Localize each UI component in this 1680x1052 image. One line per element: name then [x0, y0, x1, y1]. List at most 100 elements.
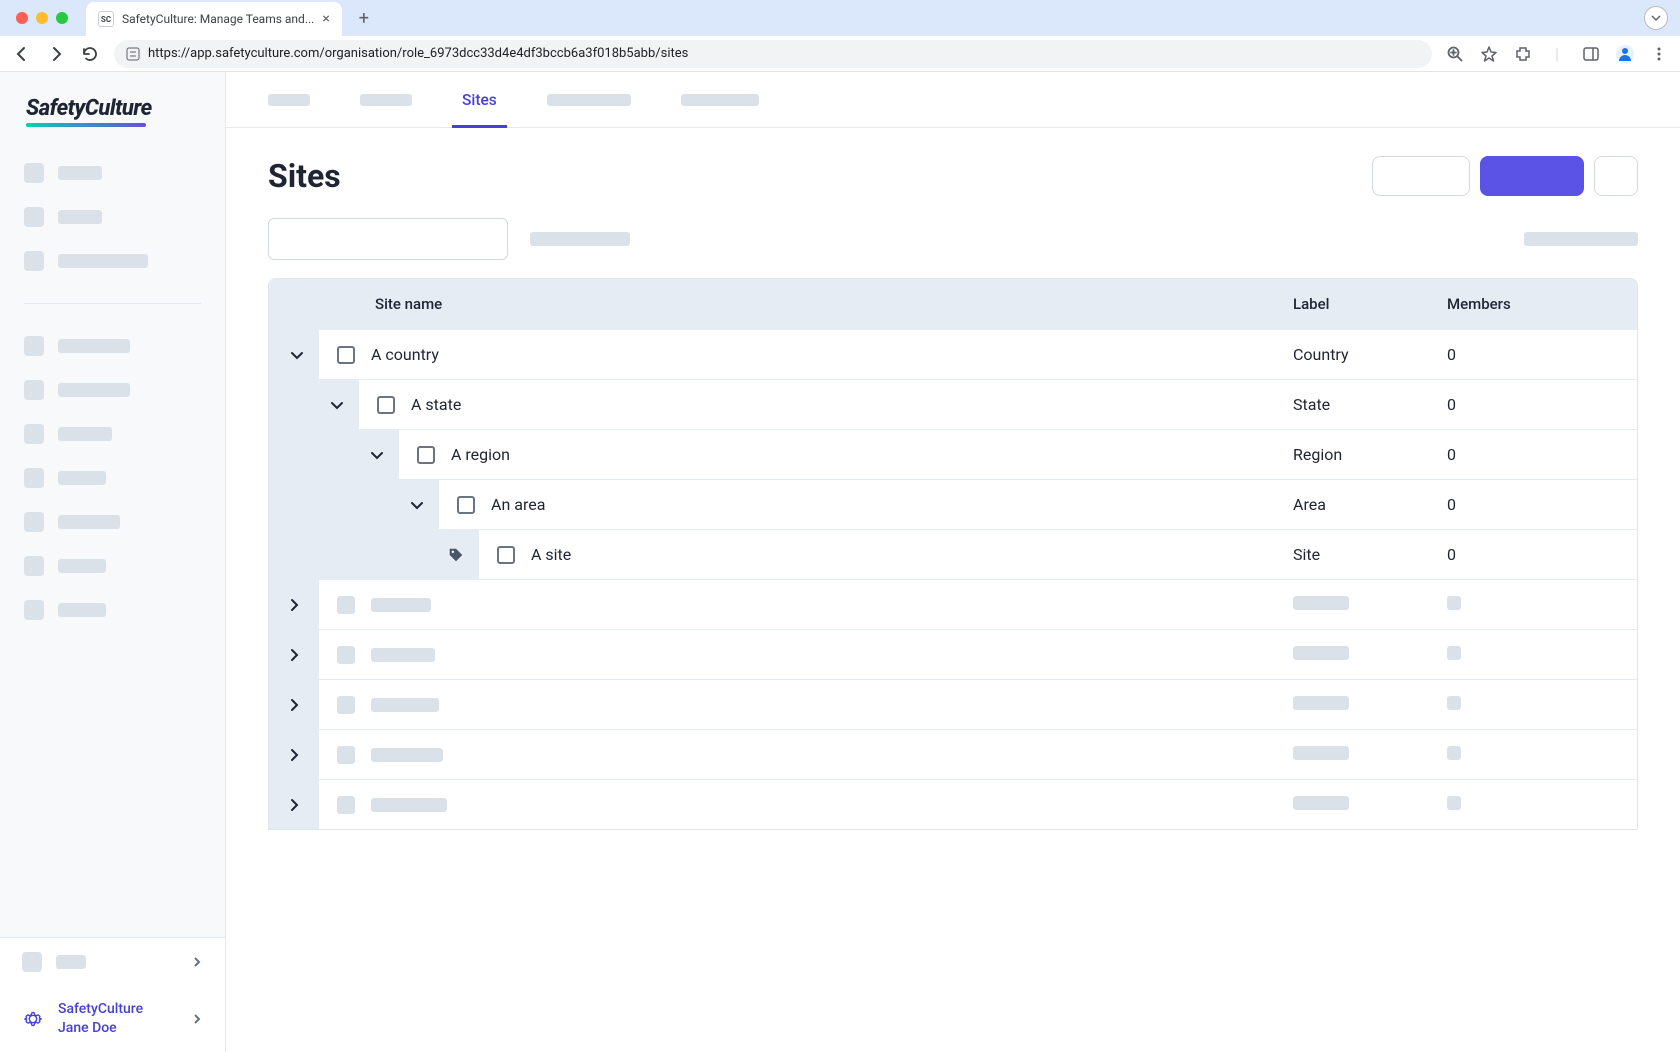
reload-button[interactable]	[80, 44, 100, 64]
site-label-placeholder	[1293, 796, 1349, 810]
table-row[interactable]	[269, 779, 1637, 829]
chevron-right-icon	[191, 956, 203, 968]
table-body: A countryCountry0 A state State 0 A regionRe…	[269, 329, 1637, 579]
site-members: 0	[1447, 545, 1637, 564]
tab-placeholder[interactable]	[681, 72, 759, 128]
url-text: https://app.safetyculture.com/organisati…	[148, 46, 688, 61]
nav-item[interactable]	[20, 500, 205, 544]
row-checkbox[interactable]	[337, 796, 355, 814]
sidebar-bottom-item[interactable]	[0, 938, 225, 986]
row-checkbox[interactable]	[497, 546, 515, 564]
header-button-more[interactable]	[1594, 156, 1638, 196]
table-row[interactable]: An areaArea0	[269, 479, 1637, 529]
table-row[interactable]: A countryCountry0	[269, 329, 1637, 379]
page-title: Sites	[268, 157, 341, 195]
site-members-placeholder	[1447, 746, 1461, 760]
row-checkbox[interactable]	[337, 596, 355, 614]
site-label: Site	[1293, 545, 1447, 564]
extensions-icon[interactable]	[1514, 45, 1532, 63]
col-header-label: Label	[1293, 295, 1447, 313]
nav-item[interactable]	[20, 195, 205, 239]
tab-label: Sites	[462, 91, 497, 109]
chevron-right-icon	[286, 797, 302, 813]
expand-toggle[interactable]	[369, 447, 385, 463]
table-row[interactable]	[269, 679, 1637, 729]
profile-avatar[interactable]	[1616, 45, 1634, 63]
expand-toggle[interactable]	[286, 697, 302, 713]
table-row[interactable]: A regionRegion0	[269, 429, 1637, 479]
header-button-secondary[interactable]	[1372, 156, 1470, 196]
nav-item[interactable]	[20, 412, 205, 456]
chevron-down-icon	[409, 497, 425, 513]
site-label-placeholder	[1293, 696, 1349, 710]
expand-toggle[interactable]	[409, 497, 425, 513]
row-checkbox[interactable]	[457, 496, 475, 514]
row-checkbox[interactable]	[337, 646, 355, 664]
expand-toggle[interactable]	[286, 747, 302, 763]
site-name: A country	[371, 345, 439, 364]
site-settings-icon	[126, 47, 140, 61]
content-tabs: Sites	[226, 72, 1680, 128]
filter-placeholder[interactable]	[1524, 232, 1638, 246]
row-checkbox[interactable]	[417, 446, 435, 464]
site-label: Area	[1293, 495, 1447, 514]
row-checkbox[interactable]	[337, 746, 355, 764]
nav-item[interactable]	[20, 588, 205, 632]
filters-row	[226, 218, 1680, 278]
tabs-dropdown-button[interactable]	[1644, 6, 1668, 30]
nav-item[interactable]	[20, 456, 205, 500]
back-button[interactable]	[12, 44, 32, 64]
col-header-members: Members	[1447, 295, 1637, 313]
site-name: A state	[411, 395, 461, 414]
tab-placeholder[interactable]	[547, 72, 631, 128]
row-checkbox[interactable]	[337, 346, 355, 364]
search-input[interactable]	[268, 218, 508, 260]
close-window-icon[interactable]	[16, 12, 28, 24]
page-header: Sites	[226, 128, 1680, 218]
maximize-window-icon[interactable]	[56, 12, 68, 24]
new-tab-button[interactable]: +	[350, 4, 378, 32]
table-row[interactable]	[269, 629, 1637, 679]
close-tab-icon[interactable]: ×	[322, 11, 329, 27]
header-button-primary[interactable]	[1480, 156, 1584, 196]
nav-item[interactable]	[20, 151, 205, 195]
tab-placeholder[interactable]	[268, 72, 310, 128]
favicon-icon: SC	[98, 11, 114, 27]
nav-item[interactable]	[20, 324, 205, 368]
nav-item[interactable]	[20, 239, 205, 283]
side-panel-icon[interactable]	[1582, 45, 1600, 63]
table-row[interactable]	[269, 729, 1637, 779]
zoom-icon[interactable]	[1446, 45, 1464, 63]
minimize-window-icon[interactable]	[36, 12, 48, 24]
chevron-down-icon	[289, 347, 305, 363]
user-menu[interactable]: SafetyCulture Jane Doe	[0, 986, 225, 1052]
nav-item[interactable]	[20, 544, 205, 588]
row-checkbox[interactable]	[377, 396, 395, 414]
expand-toggle[interactable]	[329, 397, 345, 413]
table-row[interactable]: A stateState0	[269, 379, 1637, 429]
expand-toggle[interactable]	[289, 347, 305, 363]
window-controls[interactable]	[16, 12, 68, 24]
bookmark-icon[interactable]	[1480, 45, 1498, 63]
site-label: State	[1293, 395, 1447, 414]
expand-toggle[interactable]	[286, 797, 302, 813]
sidebar: SafetyCulture SafetyC	[0, 72, 226, 1052]
filter-placeholder[interactable]	[530, 232, 630, 246]
expand-toggle[interactable]	[286, 597, 302, 613]
url-field[interactable]: https://app.safetyculture.com/organisati…	[114, 40, 1432, 68]
tab-placeholder[interactable]	[360, 72, 412, 128]
nav-item[interactable]	[20, 368, 205, 412]
row-checkbox[interactable]	[337, 696, 355, 714]
table-row[interactable]	[269, 579, 1637, 629]
site-label-placeholder	[1293, 596, 1349, 610]
menu-icon[interactable]	[1650, 45, 1668, 63]
site-name-placeholder	[371, 598, 431, 612]
site-label-placeholder	[1293, 646, 1349, 660]
browser-tab[interactable]: SC SafetyCulture: Manage Teams and... ×	[86, 2, 342, 36]
table-row[interactable]: A siteSite0	[269, 529, 1637, 579]
logo[interactable]: SafetyCulture	[0, 72, 225, 145]
expand-toggle[interactable]	[286, 647, 302, 663]
tab-sites[interactable]: Sites	[462, 72, 497, 128]
tab-title: SafetyCulture: Manage Teams and...	[122, 12, 314, 26]
forward-button[interactable]	[46, 44, 66, 64]
